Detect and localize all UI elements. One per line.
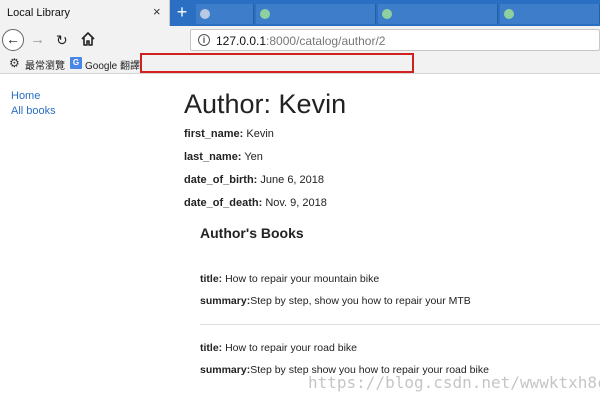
new-tab-button[interactable]: +: [173, 2, 191, 22]
gear-icon: ⚙: [9, 56, 20, 70]
book-title-label: title:: [200, 273, 223, 285]
forward-arrow-icon[interactable]: →: [30, 31, 45, 49]
page-favicon-icon: [260, 9, 270, 19]
page-favicon-icon: [382, 9, 392, 19]
page-title: Author: Kevin: [184, 89, 347, 119]
field-first-name: first_name: Kevin: [184, 128, 274, 140]
field-label: date_of_death:: [184, 197, 263, 209]
tab-title: Local Library: [7, 7, 70, 19]
url-text[interactable]: 127.0.0.1:8000/catalog/author/2: [216, 34, 385, 48]
book-title-line: title: How to repair your road bike: [200, 342, 357, 354]
book-divider: [200, 324, 600, 325]
close-icon[interactable]: ×: [153, 5, 161, 19]
sidebar-link-all-books[interactable]: All books: [11, 105, 56, 117]
section-title-authors-books: Author's Books: [200, 225, 304, 241]
book-title-line: title: How to repair your mountain bike: [200, 273, 379, 285]
google-translate-icon: G: [70, 57, 82, 69]
book-summary: Step by step, show you how to repair you…: [250, 295, 471, 307]
back-arrow-icon[interactable]: ←: [2, 29, 24, 51]
url-path: :8000/catalog/author/2: [266, 34, 386, 48]
book-title-label: title:: [200, 342, 223, 354]
book-title: How to repair your road bike: [225, 342, 357, 354]
sidebar-link-home[interactable]: Home: [11, 90, 40, 102]
background-tab[interactable]: [378, 4, 498, 24]
background-tab[interactable]: [256, 4, 376, 24]
info-icon[interactable]: i: [198, 34, 210, 46]
page-favicon-icon: [504, 9, 514, 19]
home-icon[interactable]: [80, 30, 96, 48]
field-last-name: last_name: Yen: [184, 151, 263, 163]
field-label: date_of_birth:: [184, 174, 258, 186]
field-value: Yen: [244, 151, 263, 163]
bookmark-most-visited[interactable]: 最常瀏覽: [25, 57, 65, 72]
reload-icon[interactable]: ↻: [56, 31, 68, 49]
field-date-of-death: date_of_death: Nov. 9, 2018: [184, 197, 327, 209]
field-value: June 6, 2018: [260, 174, 325, 186]
background-tab[interactable]: [500, 4, 600, 24]
book-summary-label: summary:: [200, 364, 251, 376]
background-tab[interactable]: [196, 4, 254, 24]
field-label: first_name:: [184, 128, 244, 140]
page-favicon-icon: [200, 9, 210, 19]
annotation-highlight-box: [140, 53, 414, 73]
tab-local-library[interactable]: Local Library ×: [0, 0, 170, 26]
book-summary-line: summary:Step by step, show you how to re…: [200, 295, 471, 307]
address-bar[interactable]: i 127.0.0.1:8000/catalog/author/2: [190, 29, 600, 51]
book-summary-label: summary:: [200, 295, 251, 307]
url-host: 127.0.0.1: [216, 34, 267, 48]
field-value: Nov. 9, 2018: [265, 197, 327, 209]
field-value: Kevin: [246, 128, 274, 140]
field-label: last_name:: [184, 151, 242, 163]
tab-bar: Local Library × +: [0, 0, 600, 26]
book-title: How to repair your mountain bike: [225, 273, 380, 285]
field-date-of-birth: date_of_birth: June 6, 2018: [184, 174, 324, 186]
bookmark-google-translate[interactable]: Google 翻譯: [85, 57, 140, 72]
watermark: https://blog.csdn.net/wwwktxh8com: [308, 373, 600, 392]
